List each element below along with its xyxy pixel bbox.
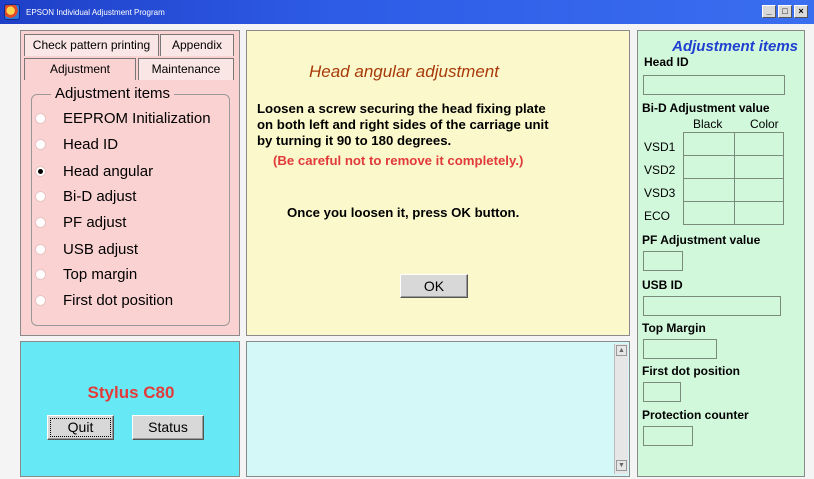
- instruction-line: by turning it 90 to 180 degrees.: [257, 133, 452, 148]
- radio-button[interactable]: [35, 138, 46, 150]
- eco-color-field[interactable]: [734, 201, 784, 225]
- pf-value-field[interactable]: [643, 251, 683, 271]
- instruction-line: on both left and right sides of the carr…: [257, 117, 549, 132]
- option-usb-adjust[interactable]: USB adjust: [35, 239, 138, 259]
- radio-button[interactable]: [35, 243, 46, 255]
- instruction-line: Loosen a screw securing the head fixing …: [257, 101, 546, 116]
- eco-black-field[interactable]: [683, 201, 735, 225]
- radio-button[interactable]: [35, 294, 46, 306]
- vertical-scrollbar[interactable]: ▲ ▼: [614, 344, 628, 474]
- option-bi-d-adjust[interactable]: Bi-D adjust: [35, 186, 136, 206]
- option-label: First dot position: [63, 291, 174, 309]
- vsd2-black-field[interactable]: [683, 155, 735, 179]
- vsd3-label: VSD3: [644, 186, 676, 200]
- tab-check-pattern-printing[interactable]: Check pattern printing: [24, 34, 159, 56]
- vsd2-label: VSD2: [644, 163, 676, 177]
- adjustment-items-title: Adjustment items: [51, 85, 175, 102]
- option-label: Head ID: [63, 135, 119, 153]
- protection-counter-label: Protection counter: [642, 408, 749, 422]
- bid-adjustment-label: Bi-D Adjustment value: [642, 101, 770, 115]
- adjustment-values-panel: Adjustment items Head ID Bi-D Adjustment…: [637, 30, 805, 477]
- protection-counter-field[interactable]: [643, 426, 693, 446]
- device-panel: Stylus C80 Quit Status: [20, 341, 240, 477]
- status-button[interactable]: Status: [132, 415, 204, 440]
- option-label: Head angular: [63, 162, 154, 180]
- warning-text: (Be careful not to remove it completely.…: [273, 153, 524, 168]
- radio-button[interactable]: [35, 268, 46, 280]
- scroll-up-arrow-icon[interactable]: ▲: [616, 345, 627, 356]
- instruction-text: Loosen a screw securing the head fixing …: [257, 101, 629, 149]
- title-bar: EPSON Individual Adjustment Program _ □ …: [0, 0, 814, 24]
- adjustment-values-title: Adjustment items: [672, 38, 798, 55]
- option-label: USB adjust: [63, 240, 139, 258]
- option-top-margin[interactable]: Top margin: [35, 264, 137, 284]
- usb-id-label: USB ID: [642, 278, 683, 292]
- top-margin-label: Top Margin: [642, 321, 706, 335]
- head-id-field[interactable]: [643, 75, 785, 95]
- option-eeprom-initialization[interactable]: EEPROM Initialization: [35, 108, 211, 128]
- close-button[interactable]: ×: [794, 5, 808, 18]
- message-log-area[interactable]: ▲ ▼: [246, 341, 630, 477]
- minimize-button[interactable]: _: [762, 5, 776, 18]
- option-head-angular[interactable]: Head angular: [35, 161, 153, 181]
- vsd1-color-field[interactable]: [734, 132, 784, 156]
- radio-button[interactable]: [35, 190, 46, 202]
- radio-button[interactable]: [35, 216, 46, 228]
- option-label: Top margin: [63, 265, 138, 283]
- black-column-header: Black: [693, 117, 723, 131]
- quit-button[interactable]: Quit: [47, 415, 114, 440]
- window-title: EPSON Individual Adjustment Program: [26, 7, 165, 17]
- option-pf-adjust[interactable]: PF adjust: [35, 212, 126, 232]
- radio-button-selected[interactable]: [35, 165, 46, 177]
- eco-label: ECO: [644, 209, 671, 223]
- head-id-label: Head ID: [644, 55, 689, 69]
- top-margin-field[interactable]: [643, 339, 717, 359]
- loosen-instruction: Once you loosen it, press OK button.: [287, 205, 520, 220]
- vsd1-black-field[interactable]: [683, 132, 735, 156]
- usb-id-field[interactable]: [643, 296, 781, 316]
- option-label: Bi-D adjust: [63, 187, 137, 205]
- adjustment-tab-panel: Check pattern printing Appendix Adjustme…: [20, 30, 240, 336]
- printer-model-name: Stylus C80: [87, 383, 175, 402]
- option-first-dot-position[interactable]: First dot position: [35, 290, 173, 310]
- scroll-down-arrow-icon[interactable]: ▼: [616, 460, 627, 471]
- epson-app-icon: [4, 4, 20, 20]
- first-dot-position-label: First dot position: [642, 364, 740, 378]
- tab-appendix[interactable]: Appendix: [160, 34, 234, 56]
- ok-button[interactable]: OK: [400, 274, 468, 298]
- pf-adjustment-label: PF Adjustment value: [642, 233, 761, 247]
- vsd3-black-field[interactable]: [683, 178, 735, 202]
- window-controls: _ □ ×: [762, 5, 808, 18]
- vsd2-color-field[interactable]: [734, 155, 784, 179]
- vsd1-label: VSD1: [644, 140, 676, 154]
- option-head-id[interactable]: Head ID: [35, 134, 118, 154]
- tab-adjustment[interactable]: Adjustment: [24, 58, 136, 80]
- color-column-header: Color: [750, 117, 779, 131]
- tab-maintenance[interactable]: Maintenance: [138, 58, 234, 80]
- vsd3-color-field[interactable]: [734, 178, 784, 202]
- adjustment-heading: Head angular adjustment: [309, 62, 499, 81]
- option-label: EEPROM Initialization: [63, 109, 211, 127]
- maximize-button[interactable]: □: [778, 5, 792, 18]
- first-dot-position-field[interactable]: [643, 382, 681, 402]
- radio-button[interactable]: [35, 112, 46, 124]
- instruction-panel: Head angular adjustment Loosen a screw s…: [246, 30, 630, 336]
- option-label: PF adjust: [63, 213, 127, 231]
